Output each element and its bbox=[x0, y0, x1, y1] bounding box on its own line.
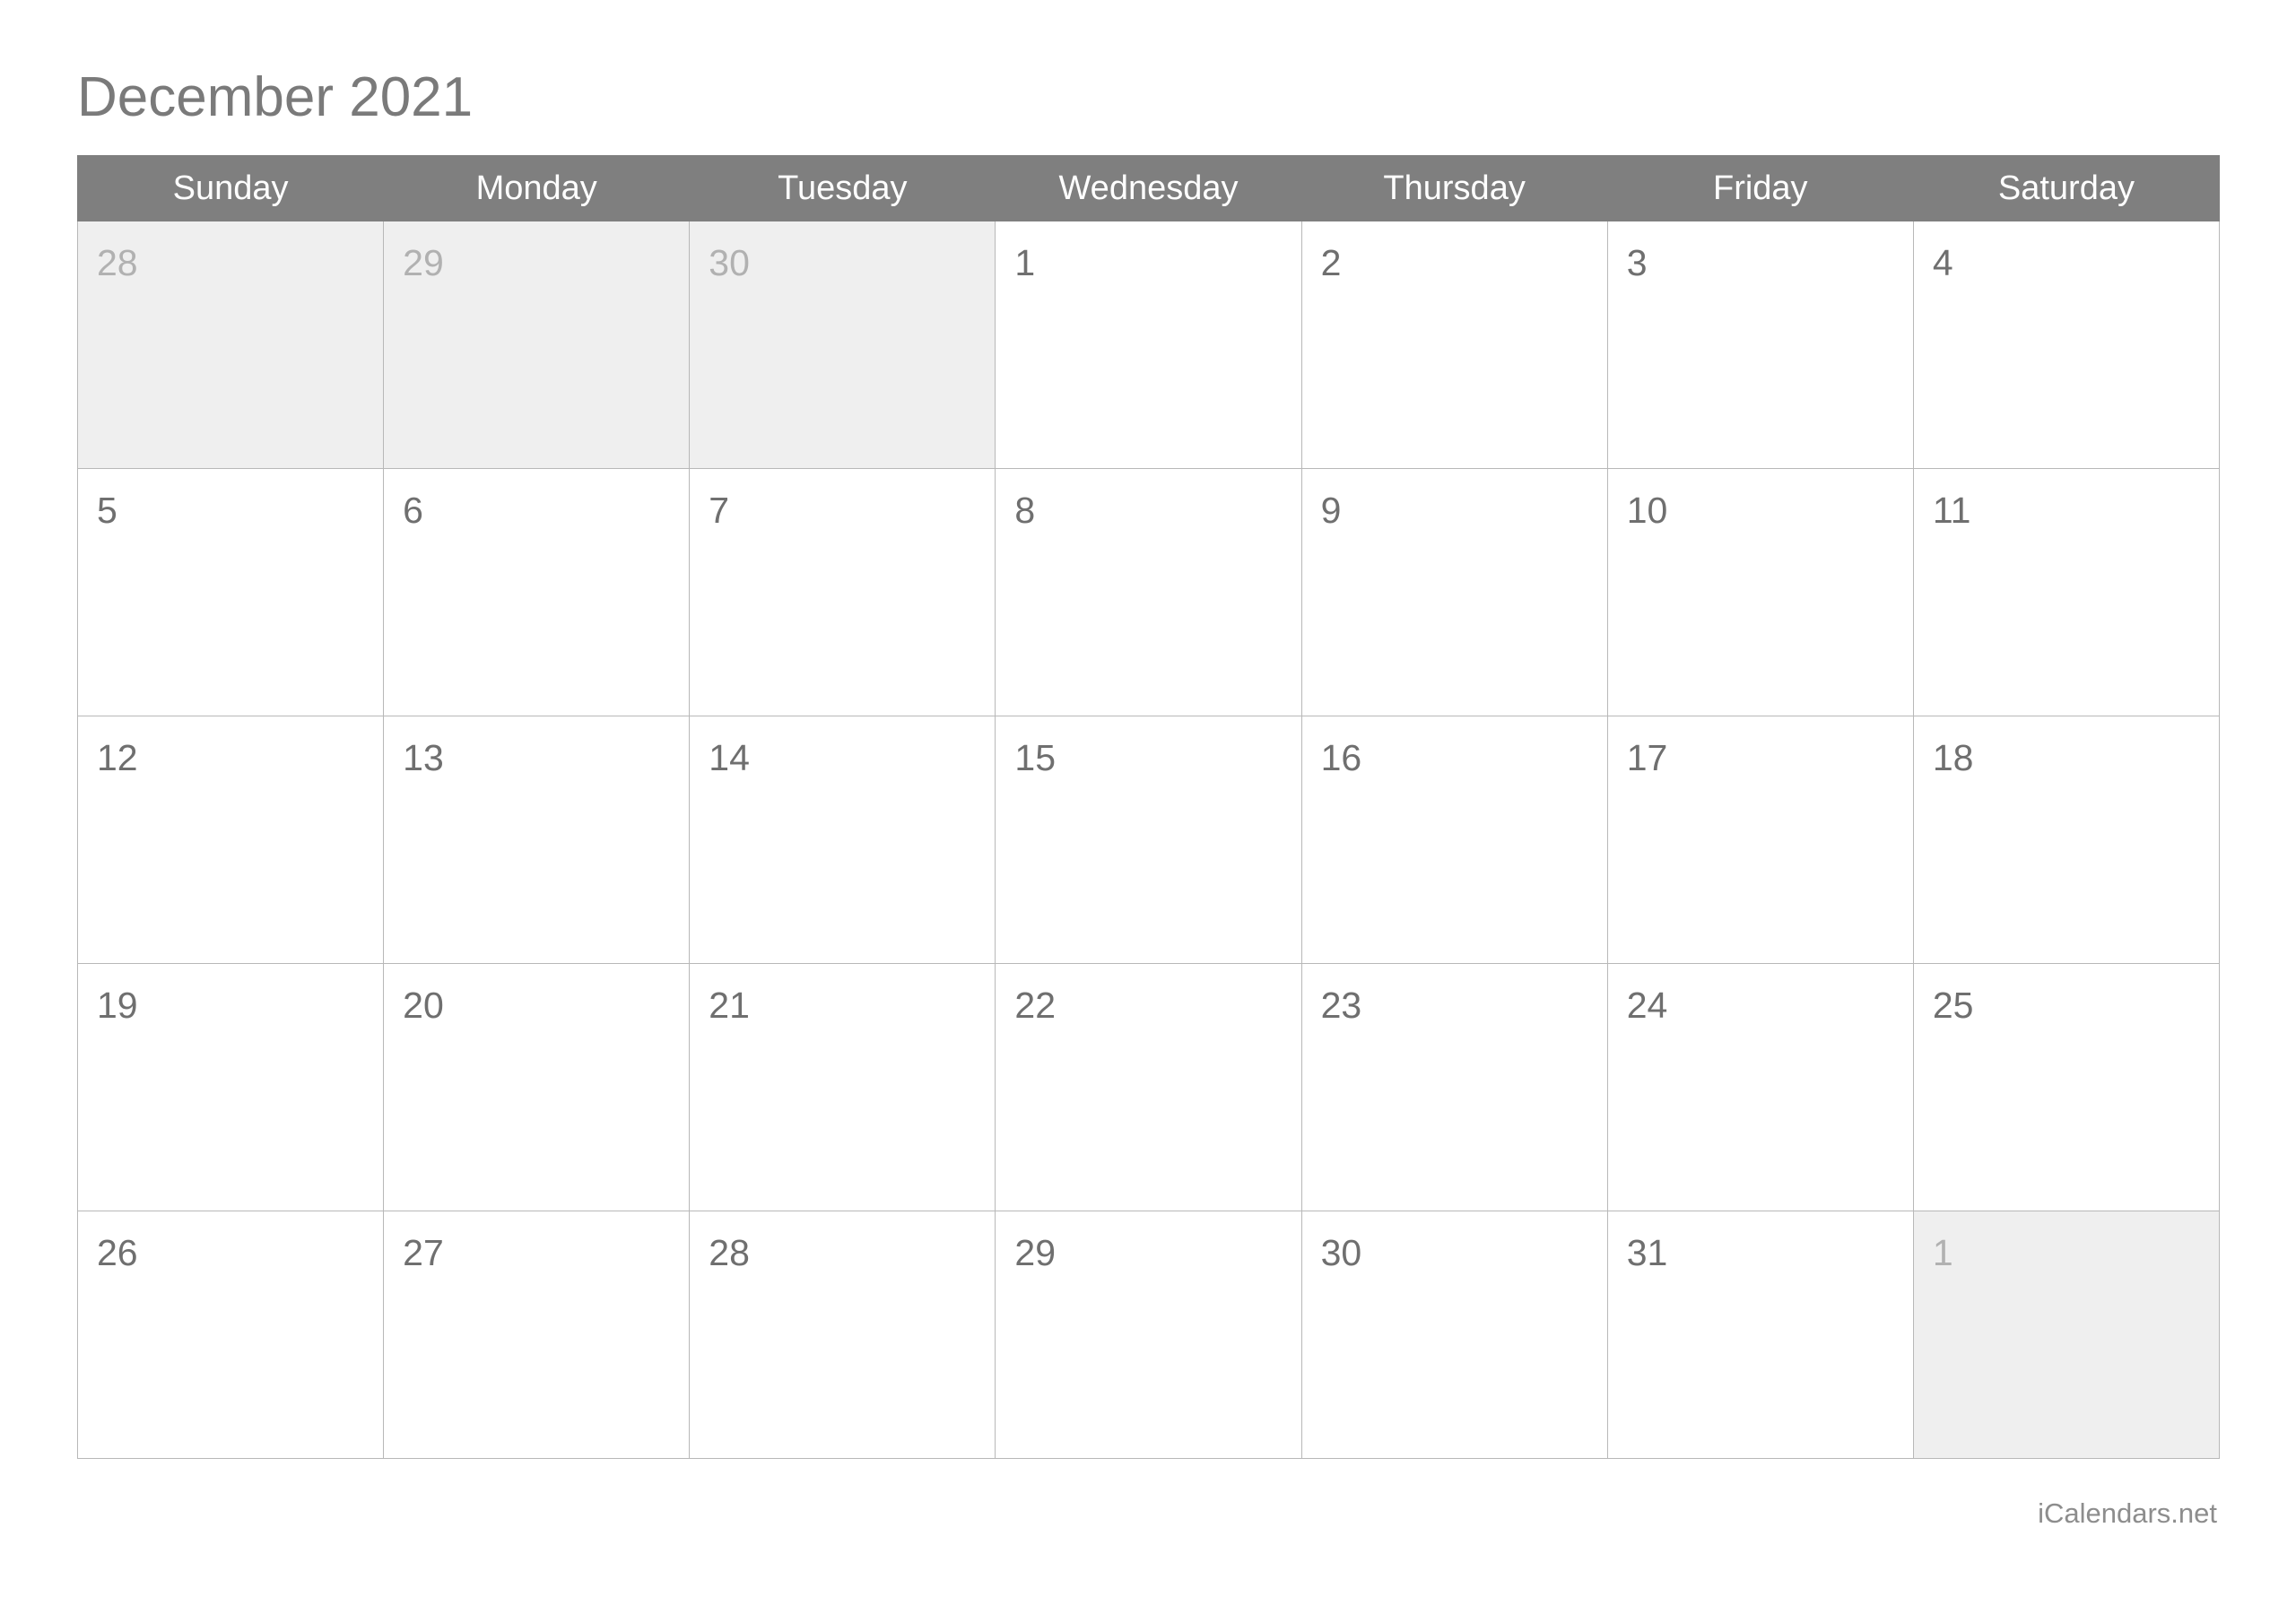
calendar-day-cell[interactable]: 3 bbox=[1606, 221, 1914, 469]
weekday-header-row-group: Sunday Monday Tuesday Wednesday Thursday Frid… bbox=[76, 155, 2221, 221]
calendar-day-cell[interactable]: 1 bbox=[995, 221, 1302, 469]
calendar-day-cell-adjacent-month[interactable]: 29 bbox=[383, 221, 691, 469]
day-number: 19 bbox=[97, 985, 138, 1026]
calendar-day-cell-adjacent-month[interactable]: 30 bbox=[689, 221, 996, 469]
day-number: 13 bbox=[403, 737, 444, 778]
calendar-day-cell[interactable]: 2 bbox=[1300, 221, 1608, 469]
weekday-header-tuesday: Tuesday bbox=[689, 155, 996, 221]
calendar-day-cell[interactable]: 8 bbox=[995, 468, 1302, 716]
calendar-day-cell[interactable]: 18 bbox=[1912, 716, 2221, 964]
day-number: 1 bbox=[1932, 1232, 1953, 1273]
day-number: 7 bbox=[709, 490, 730, 531]
weekday-header-saturday: Saturday bbox=[1912, 155, 2221, 221]
calendar-day-cell[interactable]: 9 bbox=[1300, 468, 1608, 716]
calendar-day-cell[interactable]: 26 bbox=[76, 1211, 385, 1459]
day-number: 6 bbox=[403, 490, 423, 531]
calendar-week-row: 12 13 14 15 16 17 18 bbox=[76, 716, 2221, 964]
day-number: 29 bbox=[403, 242, 444, 283]
calendar-day-cell[interactable]: 22 bbox=[995, 963, 1302, 1211]
calendar-day-cell[interactable]: 25 bbox=[1912, 963, 2221, 1211]
calendar-day-cell[interactable]: 17 bbox=[1606, 716, 1914, 964]
day-number: 28 bbox=[97, 242, 138, 283]
footer-attribution: iCalendars.net bbox=[2038, 1497, 2217, 1529]
calendar-day-cell[interactable]: 13 bbox=[383, 716, 691, 964]
day-number: 26 bbox=[97, 1232, 138, 1273]
calendar-page: December 2021 Sunday Monday Tuesday Wednesd… bbox=[0, 0, 2296, 1623]
day-number: 24 bbox=[1626, 985, 1668, 1026]
day-number: 23 bbox=[1320, 985, 1362, 1026]
calendar-week-row: 26 27 28 29 30 31 1 bbox=[76, 1211, 2221, 1459]
day-number: 22 bbox=[1014, 985, 1057, 1026]
calendar-day-cell[interactable]: 20 bbox=[383, 963, 691, 1211]
calendar-day-cell[interactable]: 15 bbox=[995, 716, 1302, 964]
calendar-day-cell[interactable]: 30 bbox=[1300, 1211, 1608, 1459]
weekday-header-thursday: Thursday bbox=[1300, 155, 1608, 221]
calendar-day-cell[interactable]: 31 bbox=[1606, 1211, 1914, 1459]
page-title: December 2021 bbox=[77, 66, 474, 128]
calendar-day-cell-adjacent-month[interactable]: 28 bbox=[76, 221, 385, 469]
day-number: 9 bbox=[1320, 490, 1342, 531]
day-number: 2 bbox=[1320, 242, 1342, 283]
calendar-day-cell[interactable]: 24 bbox=[1606, 963, 1914, 1211]
day-number: 27 bbox=[403, 1232, 444, 1273]
day-number: 20 bbox=[403, 985, 444, 1026]
day-number: 18 bbox=[1932, 737, 1974, 778]
weekday-header-friday: Friday bbox=[1606, 155, 1914, 221]
day-number: 4 bbox=[1932, 242, 1953, 283]
calendar-day-cell[interactable]: 23 bbox=[1300, 963, 1608, 1211]
day-number: 11 bbox=[1932, 490, 1971, 531]
calendar-week-row: 19 20 21 22 23 24 25 bbox=[76, 963, 2221, 1211]
weekday-header-wednesday: Wednesday bbox=[995, 155, 1302, 221]
calendar-week-row: 5 6 7 8 9 10 11 bbox=[76, 468, 2221, 716]
day-number: 1 bbox=[1014, 242, 1036, 283]
calendar-day-cell[interactable]: 27 bbox=[383, 1211, 691, 1459]
calendar-day-cell[interactable]: 12 bbox=[76, 716, 385, 964]
weekday-header-row: Sunday Monday Tuesday Wednesday Thursday Frid… bbox=[76, 155, 2221, 221]
calendar-day-cell[interactable]: 14 bbox=[689, 716, 996, 964]
calendar-day-cell[interactable]: 10 bbox=[1606, 468, 1914, 716]
weekday-header-sunday: Sunday bbox=[76, 155, 385, 221]
calendar-day-cell[interactable]: 16 bbox=[1300, 716, 1608, 964]
calendar-body: 28 29 30 1 2 3 4 5 6 7 8 9 10 11 12 13 14 15 16 17 18 19 20 21 2… bbox=[76, 221, 2221, 1459]
calendar-day-cell[interactable]: 28 bbox=[689, 1211, 996, 1459]
day-number: 25 bbox=[1932, 985, 1974, 1026]
day-number: 28 bbox=[709, 1232, 750, 1273]
day-number: 10 bbox=[1626, 490, 1668, 531]
calendar-day-cell[interactable]: 11 bbox=[1912, 468, 2221, 716]
calendar-day-cell[interactable]: 5 bbox=[76, 468, 385, 716]
calendar-day-cell[interactable]: 29 bbox=[995, 1211, 1302, 1459]
weekday-header-monday: Monday bbox=[383, 155, 691, 221]
day-number: 15 bbox=[1014, 737, 1057, 778]
calendar-week-row: 28 29 30 1 2 3 4 bbox=[76, 221, 2221, 469]
day-number: 5 bbox=[97, 490, 117, 531]
day-number: 31 bbox=[1626, 1232, 1668, 1273]
calendar-day-cell[interactable]: 7 bbox=[689, 468, 996, 716]
day-number: 16 bbox=[1320, 737, 1362, 778]
day-number: 8 bbox=[1014, 490, 1036, 531]
calendar-day-cell-adjacent-month[interactable]: 1 bbox=[1912, 1211, 2221, 1459]
calendar-day-cell[interactable]: 4 bbox=[1912, 221, 2221, 469]
day-number: 21 bbox=[709, 985, 750, 1026]
day-number: 17 bbox=[1626, 737, 1668, 778]
day-number: 12 bbox=[97, 737, 138, 778]
day-number: 29 bbox=[1014, 1232, 1057, 1273]
day-number: 14 bbox=[709, 737, 750, 778]
calendar-day-cell[interactable]: 21 bbox=[689, 963, 996, 1211]
month-calendar-table: Sunday Monday Tuesday Wednesday Thursday Frid… bbox=[76, 155, 2221, 1459]
day-number: 3 bbox=[1626, 242, 1648, 283]
calendar-day-cell[interactable]: 19 bbox=[76, 963, 385, 1211]
calendar-day-cell[interactable]: 6 bbox=[383, 468, 691, 716]
day-number: 30 bbox=[1320, 1232, 1362, 1273]
day-number: 30 bbox=[709, 242, 750, 283]
